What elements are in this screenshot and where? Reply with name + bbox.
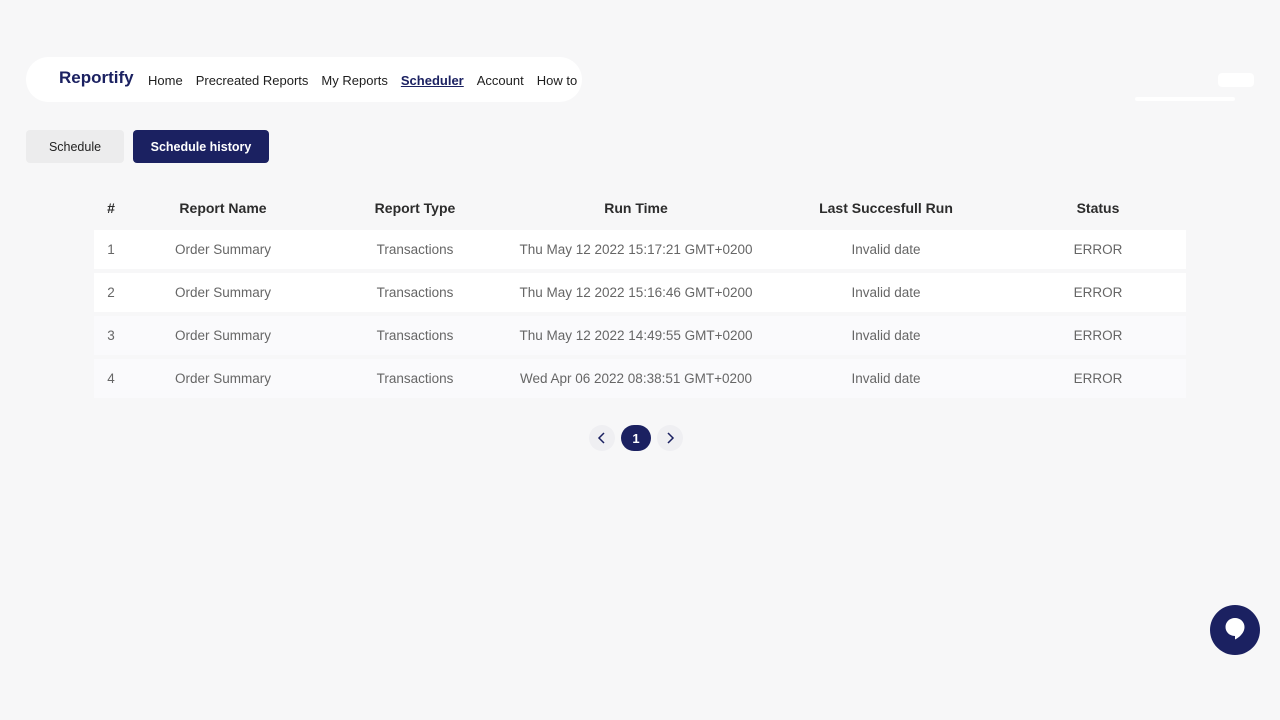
chevron-right-icon[interactable] — [657, 425, 683, 451]
table-row[interactable]: 3 Order Summary Transactions Thu May 12 … — [94, 316, 1186, 355]
header-report-type: Report Type — [374, 200, 456, 216]
nav-links: Home Precreated Reports My Reports Sched… — [148, 73, 590, 88]
cell-report-type: Transactions — [376, 371, 454, 386]
cell-report-name: Order Summary — [174, 371, 272, 386]
cell-report-name: Order Summary — [174, 285, 272, 300]
table-row[interactable]: 1 Order Summary Transactions Thu May 12 … — [94, 230, 1186, 269]
cell-run-time: Thu May 12 2022 15:17:21 GMT+0200 — [519, 242, 753, 257]
cell-last-successful-run: Invalid date — [851, 328, 921, 343]
nav-my-reports[interactable]: My Reports — [321, 73, 387, 88]
cell-number: 3 — [107, 328, 115, 343]
cell-run-time: Wed Apr 06 2022 08:38:51 GMT+0200 — [519, 371, 753, 386]
nav-scheduler[interactable]: Scheduler — [401, 73, 464, 88]
cell-report-name: Order Summary — [174, 242, 272, 257]
faint-header-chip — [1218, 73, 1254, 87]
header-run-time: Run Time — [604, 200, 668, 216]
nav-precreated-reports[interactable]: Precreated Reports — [196, 73, 309, 88]
cell-status: ERROR — [1073, 285, 1123, 300]
cell-status: ERROR — [1073, 328, 1123, 343]
table-header: # Report Name Report Type Run Time Last … — [94, 190, 1186, 226]
table-row[interactable]: 4 Order Summary Transactions Wed Apr 06 … — [94, 359, 1186, 398]
header-last-successful-run: Last Succesfull Run — [819, 200, 953, 216]
cell-last-successful-run: Invalid date — [851, 242, 921, 257]
cell-status: ERROR — [1073, 371, 1123, 386]
cell-number: 4 — [107, 371, 115, 386]
pagination: 1 — [589, 425, 683, 451]
header-report-name: Report Name — [179, 200, 267, 216]
chevron-left-icon[interactable] — [589, 425, 615, 451]
cell-number: 2 — [107, 285, 115, 300]
header-number: # — [107, 200, 115, 216]
cell-report-name: Order Summary — [174, 328, 272, 343]
cell-status: ERROR — [1073, 242, 1123, 257]
tab-schedule-history[interactable]: Schedule history — [133, 130, 269, 163]
tab-schedule[interactable]: Schedule — [26, 130, 124, 163]
top-navbar: Reportify Home Precreated Reports My Rep… — [26, 57, 582, 102]
nav-how-to[interactable]: How to — [537, 73, 577, 88]
cell-report-type: Transactions — [376, 285, 454, 300]
chat-bubble-icon — [1221, 614, 1249, 647]
header-status: Status — [1076, 200, 1120, 216]
cell-run-time: Thu May 12 2022 14:49:55 GMT+0200 — [519, 328, 753, 343]
schedule-history-table: # Report Name Report Type Run Time Last … — [94, 190, 1186, 398]
cell-run-time: Thu May 12 2022 15:16:46 GMT+0200 — [519, 285, 753, 300]
nav-home[interactable]: Home — [148, 73, 183, 88]
brand-logo[interactable]: Reportify — [59, 68, 134, 88]
cell-report-type: Transactions — [376, 242, 454, 257]
faint-header-bar — [1135, 97, 1235, 101]
cell-number: 1 — [107, 242, 115, 257]
chat-launcher-button[interactable] — [1210, 605, 1260, 655]
cell-report-type: Transactions — [376, 328, 454, 343]
page: Reportify Home Precreated Reports My Rep… — [0, 0, 1280, 720]
cell-last-successful-run: Invalid date — [851, 285, 921, 300]
nav-account[interactable]: Account — [477, 73, 524, 88]
table-row[interactable]: 2 Order Summary Transactions Thu May 12 … — [94, 273, 1186, 312]
cell-last-successful-run: Invalid date — [851, 371, 921, 386]
page-number-current[interactable]: 1 — [621, 425, 651, 451]
